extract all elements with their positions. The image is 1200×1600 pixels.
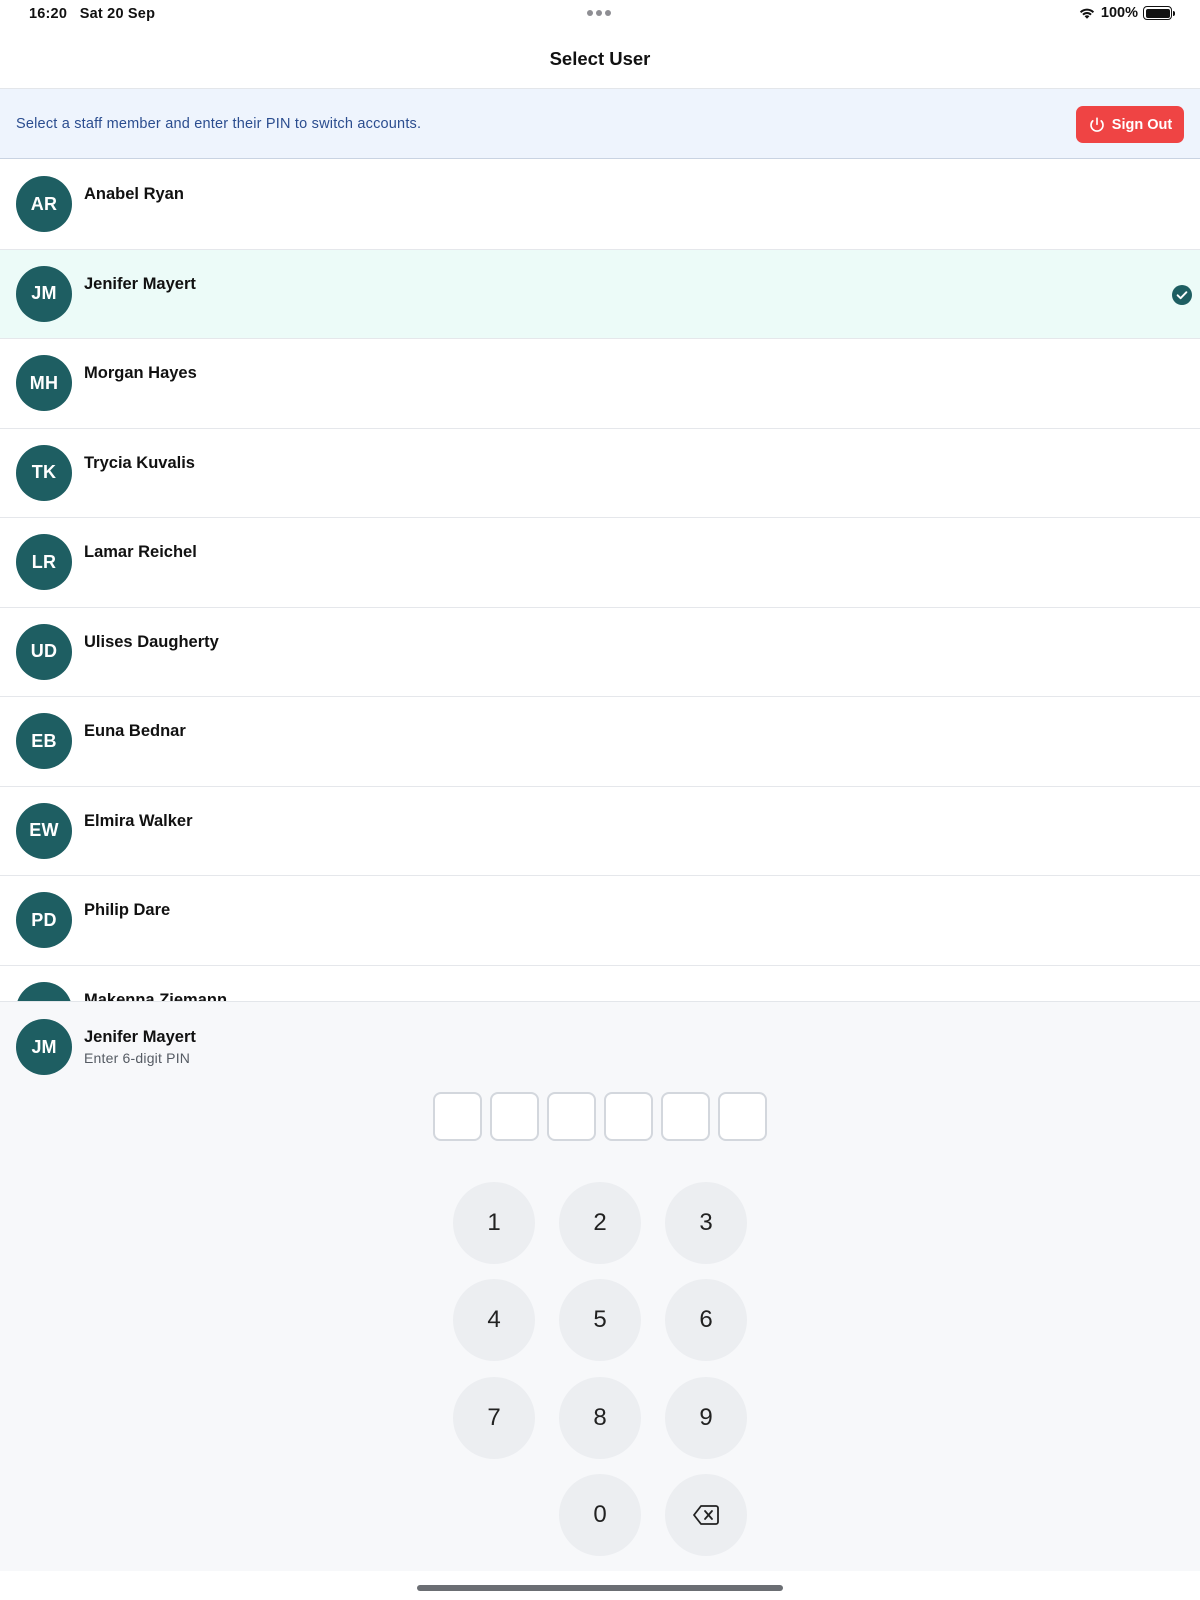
avatar: MH xyxy=(16,355,72,411)
keypad-key-3[interactable]: 3 xyxy=(665,1182,747,1264)
status-indicators: 100% xyxy=(1078,5,1175,21)
keypad-key-2[interactable]: 2 xyxy=(559,1182,641,1264)
user-name: Jenifer Mayert xyxy=(84,274,196,293)
user-name: Anabel Ryan xyxy=(84,185,184,203)
status-bar: 16:20 Sat 20 Sep 100% xyxy=(0,0,1200,28)
user-row[interactable]: AR Anabel Ryan xyxy=(0,160,1200,250)
keypad-key-6[interactable]: 6 xyxy=(665,1279,747,1361)
user-name: Makenna Ziemann xyxy=(84,990,228,1002)
user-row[interactable]: EB Euna Bednar xyxy=(0,697,1200,787)
keypad-key-9[interactable]: 9 xyxy=(665,1377,747,1459)
home-indicator[interactable] xyxy=(417,1585,783,1591)
avatar: UD xyxy=(16,623,72,680)
pin-digit-box[interactable] xyxy=(433,1092,482,1141)
wifi-icon xyxy=(1079,8,1095,19)
pin-prompt: Enter 6-digit PIN xyxy=(84,1050,191,1066)
user-row[interactable]: LR Lamar Reichel xyxy=(0,518,1200,608)
backspace-icon xyxy=(693,1505,719,1525)
user-name: Trycia Kuvalis xyxy=(84,453,195,472)
status-date: Sat 20 Sep xyxy=(79,6,156,22)
user-name: Morgan Hayes xyxy=(84,364,197,382)
multitasking-dots-icon[interactable] xyxy=(587,10,611,16)
user-name: Philip Dare xyxy=(84,901,171,919)
user-row[interactable]: EW Elmira Walker xyxy=(0,786,1200,876)
avatar: LR xyxy=(16,534,72,590)
avatar: MZ xyxy=(16,981,72,1001)
avatar: TK xyxy=(16,444,72,501)
keypad-key-0[interactable]: 0 xyxy=(559,1474,641,1556)
user-list[interactable]: AR Anabel Ryan JM Jenifer Mayert MH Morg… xyxy=(0,160,1200,1001)
info-banner: Select a staff member and enter their PI… xyxy=(0,89,1200,159)
avatar: EB xyxy=(16,713,72,769)
keypad-key-4[interactable]: 4 xyxy=(453,1279,535,1361)
user-row-selected[interactable]: JM Jenifer Mayert xyxy=(0,249,1200,339)
power-icon xyxy=(1089,116,1104,132)
pin-panel: JM Jenifer Mayert Enter 6-digit PIN 1 2 … xyxy=(0,1001,1200,1571)
user-name: Lamar Reichel xyxy=(84,543,197,561)
nav-header: Select User xyxy=(0,28,1200,89)
pin-digit-box[interactable] xyxy=(604,1092,653,1141)
user-row[interactable]: PD Philip Dare xyxy=(0,876,1200,966)
checkmark-circle-icon xyxy=(1172,284,1192,305)
pin-digit-box[interactable] xyxy=(490,1092,539,1141)
pin-user-name: Jenifer Mayert xyxy=(84,1028,196,1046)
avatar: JM xyxy=(16,265,72,322)
battery-percent: 100% xyxy=(1100,5,1138,21)
user-name: Elmira Walker xyxy=(84,811,193,830)
avatar: EW xyxy=(16,802,72,859)
status-time: 16:20 Sat 20 Sep xyxy=(29,6,155,22)
sign-out-label: Sign Out xyxy=(1111,116,1173,133)
avatar: AR xyxy=(16,176,72,232)
avatar: PD xyxy=(16,892,72,948)
sign-out-button[interactable]: Sign Out xyxy=(1076,106,1184,143)
pin-input[interactable] xyxy=(433,1092,767,1141)
pin-digit-box[interactable] xyxy=(718,1092,767,1141)
pin-digit-box[interactable] xyxy=(661,1092,710,1141)
keypad-key-7[interactable]: 7 xyxy=(453,1377,535,1459)
avatar: JM xyxy=(16,1019,72,1075)
backspace-button[interactable] xyxy=(665,1474,747,1556)
keypad-key-1[interactable]: 1 xyxy=(453,1182,535,1264)
pin-digit-box[interactable] xyxy=(547,1092,596,1141)
keypad-key-8[interactable]: 8 xyxy=(559,1377,641,1459)
user-row[interactable]: MH Morgan Hayes xyxy=(0,339,1200,429)
user-row[interactable]: TK Trycia Kuvalis xyxy=(0,428,1200,518)
user-row[interactable]: UD Ulises Daugherty xyxy=(0,607,1200,697)
page-title: Select User xyxy=(549,48,651,69)
info-text: Select a staff member and enter their PI… xyxy=(16,116,422,132)
battery-full-icon xyxy=(1143,6,1175,20)
status-clock: 16:20 xyxy=(29,6,68,22)
keypad-key-5[interactable]: 5 xyxy=(559,1279,641,1361)
user-row[interactable]: MZ Makenna Ziemann xyxy=(0,965,1200,1002)
user-name: Ulises Daugherty xyxy=(84,632,219,651)
user-name: Euna Bednar xyxy=(84,722,186,740)
